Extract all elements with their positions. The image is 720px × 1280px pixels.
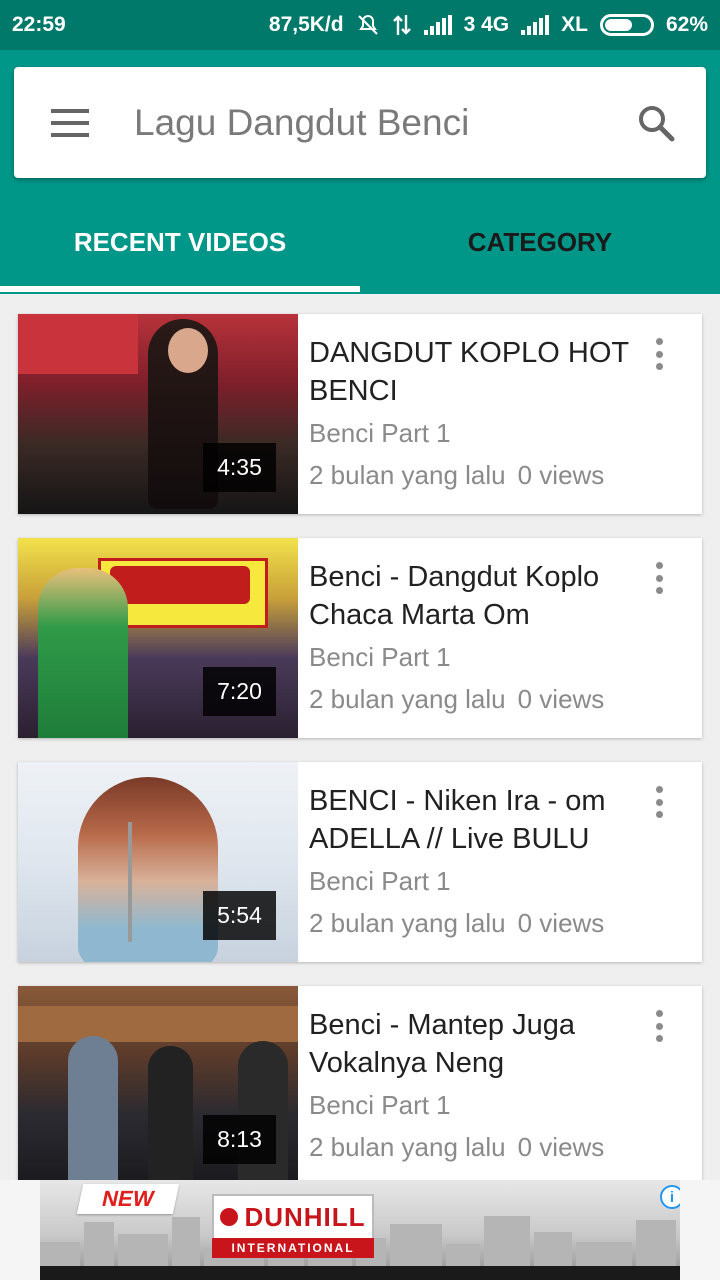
ad-bottom-strip — [40, 1266, 680, 1280]
battery-percent: 62% — [665, 13, 708, 36]
video-card[interactable]: 4:35 DANGDUT KOPLO HOT BENCI Benci Part … — [18, 314, 702, 514]
signal-icon-2 — [521, 15, 550, 35]
video-info[interactable]: BENCI - Niken Ira - om ADELLA // Live BU… — [298, 762, 702, 962]
tab-category[interactable]: CATEGORY — [360, 194, 720, 290]
ad-banner[interactable]: NEW DUNHILL INTERNATIONAL i ✕ — [40, 1180, 680, 1280]
tab-bar: RECENT VIDEOS CATEGORY — [0, 194, 720, 290]
signal-icon — [423, 15, 452, 35]
battery-icon — [599, 14, 654, 36]
video-card[interactable]: 7:20 Benci - Dangdut Koplo Chaca Marta O… — [18, 538, 702, 738]
ad-info-icon[interactable]: i — [660, 1185, 680, 1209]
video-views: 0 views — [517, 460, 605, 490]
video-info[interactable]: DANGDUT KOPLO HOT BENCI Benci Part 1 2 b… — [298, 314, 702, 514]
video-age: 2 bulan yang lalu — [309, 908, 506, 938]
video-meta: 2 bulan yang lalu 0 views — [309, 460, 702, 490]
video-meta: 2 bulan yang lalu 0 views — [309, 908, 702, 938]
video-age: 2 bulan yang lalu — [309, 1132, 506, 1162]
more-options-button[interactable] — [644, 334, 674, 374]
video-duration: 4:35 — [203, 443, 276, 492]
video-thumbnail[interactable]: 8:13 — [18, 986, 298, 1180]
ad-brand: DUNHILL — [244, 1201, 366, 1232]
tab-indicator — [0, 286, 360, 292]
search-card[interactable]: Lagu Dangdut Benci — [14, 67, 706, 178]
video-category: Benci Part 1 — [309, 418, 451, 448]
status-bar: 22:59 87,5K/d 3 4G XL 62% — [0, 0, 720, 50]
video-category: Benci Part 1 — [309, 1090, 451, 1120]
more-options-button[interactable] — [644, 558, 674, 598]
brand-mark-icon — [220, 1208, 239, 1226]
network-speed: 87,5K/d — [268, 13, 344, 36]
notifications-off-icon — [357, 14, 378, 35]
app-bar: Lagu Dangdut Benci RECENT VIDEOS CATEGOR… — [0, 50, 720, 294]
menu-button[interactable] — [14, 67, 126, 178]
video-age: 2 bulan yang lalu — [309, 684, 506, 714]
video-category: Benci Part 1 — [309, 642, 451, 672]
video-list[interactable]: 4:35 DANGDUT KOPLO HOT BENCI Benci Part … — [0, 294, 720, 1180]
video-views: 0 views — [517, 908, 605, 938]
tab-recent-videos[interactable]: RECENT VIDEOS — [0, 194, 360, 290]
video-duration: 7:20 — [203, 667, 276, 716]
video-duration: 5:54 — [203, 891, 276, 940]
carrier-name: XL — [561, 13, 588, 36]
more-options-button[interactable] — [644, 782, 674, 822]
video-category: Benci Part 1 — [309, 866, 451, 896]
video-age: 2 bulan yang lalu — [309, 460, 506, 490]
video-title[interactable]: Benci - Mantep Juga Vokalnya Neng — [309, 1006, 639, 1082]
status-indicators: 87,5K/d 3 4G XL 62% — [269, 13, 708, 37]
video-info[interactable]: Benci - Mantep Juga Vokalnya Neng Benci … — [298, 986, 702, 1180]
video-info[interactable]: Benci - Dangdut Koplo Chaca Marta Om Ben… — [298, 538, 702, 738]
ad-container: NEW DUNHILL INTERNATIONAL i ✕ — [0, 1180, 720, 1280]
ad-new-badge: NEW — [76, 1184, 180, 1214]
video-title[interactable]: BENCI - Niken Ira - om ADELLA // Live BU… — [309, 782, 639, 858]
menu-icon — [51, 108, 89, 137]
video-views: 0 views — [517, 684, 605, 714]
video-card[interactable]: 5:54 BENCI - Niken Ira - om ADELLA // Li… — [18, 762, 702, 962]
app-title[interactable]: Lagu Dangdut Benci — [126, 102, 606, 144]
sim-label: 3 4G — [463, 13, 510, 36]
search-button[interactable] — [606, 67, 706, 178]
video-meta: 2 bulan yang lalu 0 views — [309, 684, 702, 714]
video-thumbnail[interactable]: 7:20 — [18, 538, 298, 738]
more-options-button[interactable] — [644, 1006, 674, 1046]
search-icon — [639, 105, 675, 141]
video-thumbnail[interactable]: 4:35 — [18, 314, 298, 514]
data-transfer-icon — [392, 15, 411, 35]
video-duration: 8:13 — [203, 1115, 276, 1164]
video-title[interactable]: Benci - Dangdut Koplo Chaca Marta Om — [309, 558, 639, 634]
video-meta: 2 bulan yang lalu 0 views — [309, 1132, 702, 1162]
ad-tagline: INTERNATIONAL — [212, 1238, 374, 1258]
video-title[interactable]: DANGDUT KOPLO HOT BENCI — [309, 334, 639, 410]
video-thumbnail[interactable]: 5:54 — [18, 762, 298, 962]
status-time: 22:59 — [12, 13, 66, 36]
ad-brand-logo: DUNHILL — [212, 1194, 374, 1240]
video-views: 0 views — [517, 1132, 605, 1162]
video-card[interactable]: 8:13 Benci - Mantep Juga Vokalnya Neng B… — [18, 986, 702, 1180]
